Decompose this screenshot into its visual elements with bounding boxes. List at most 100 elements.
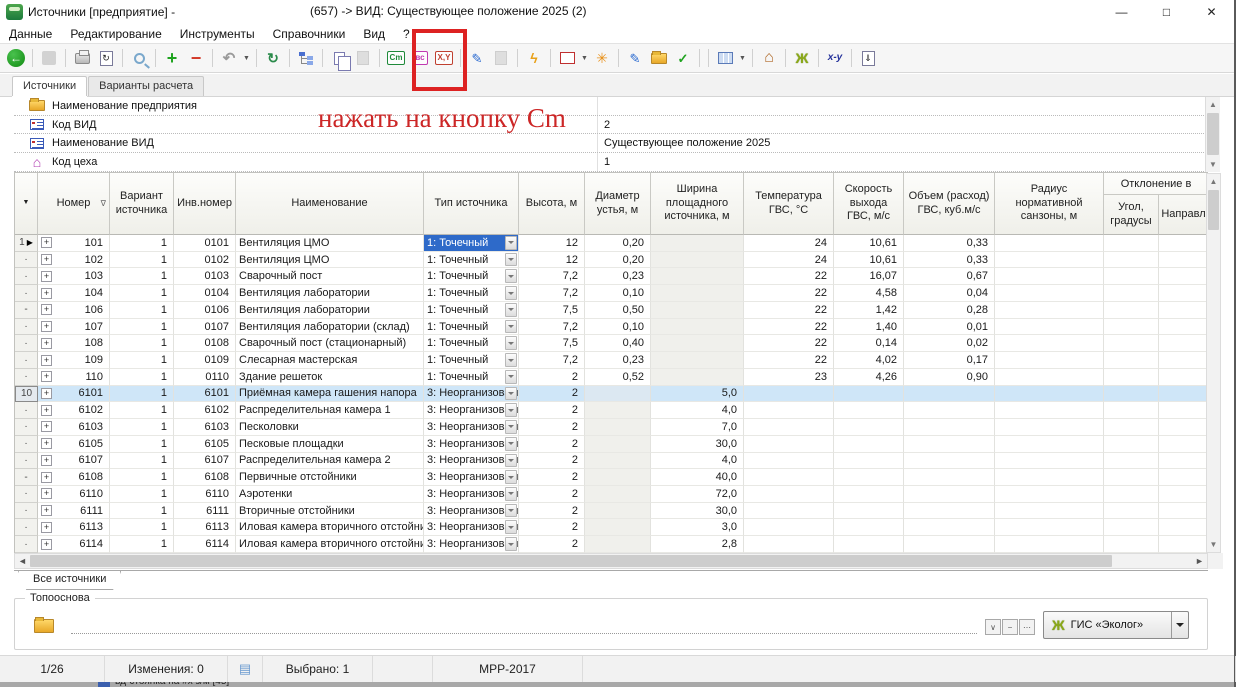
column-header-type[interactable]: Тип источника [424,173,519,235]
cell-type[interactable]: 1: Точечный [424,302,519,319]
cell-name[interactable]: Сварочный пост [236,268,424,285]
table-row[interactable]: ·+610316103Песколовки3: Неорганизованный… [15,419,1208,436]
cell-t[interactable]: 22 [744,319,834,336]
expand-icon[interactable]: + [41,505,52,516]
cell-rowhdr[interactable]: · [15,402,38,419]
table-row[interactable]: ·+611016110Аэротенки3: Неорганизованный2… [15,486,1208,503]
form-value-field[interactable]: Существующее положение 2025 [604,137,770,149]
cell-r[interactable] [995,419,1104,436]
cell-d[interactable]: 0,20 [585,235,651,252]
cell-s[interactable]: 1,42 [834,302,904,319]
cell-naprav[interactable] [1159,235,1209,252]
copy-button[interactable] [327,46,351,70]
combo-dropdown-icon[interactable] [505,537,517,551]
cell-r[interactable] [995,453,1104,470]
xy-coords-button[interactable]: x-y [823,46,847,70]
cell-d[interactable] [585,486,651,503]
folder-open-button[interactable] [647,46,671,70]
expand-icon[interactable]: + [41,371,52,382]
form-value-field[interactable]: 2 [604,119,610,131]
cell-name[interactable]: Песколовки [236,419,424,436]
cell-q[interactable]: 0,01 [904,319,995,336]
cell-naprav[interactable] [1159,536,1209,553]
print-button[interactable] [70,46,94,70]
cell-w[interactable] [651,319,744,336]
save-button[interactable] [37,46,61,70]
cell-type[interactable]: 1: Точечный [424,235,519,252]
cell-r[interactable] [995,469,1104,486]
cell-h[interactable]: 7,2 [519,319,585,336]
expand-icon[interactable]: + [41,539,52,550]
cell-type[interactable]: 3: Неорганизованный [424,519,519,536]
cell-inv[interactable]: 0103 [174,268,236,285]
cell-inv[interactable]: 0108 [174,335,236,352]
cell-r[interactable] [995,503,1104,520]
cell-name[interactable]: Вентиляция ЦМО [236,235,424,252]
cell-r[interactable] [995,319,1104,336]
cell-w[interactable]: 30,0 [651,503,744,520]
scroll-down-icon[interactable]: ▼ [1207,537,1220,552]
cell-h[interactable]: 2 [519,503,585,520]
expand-icon[interactable]: + [41,488,52,499]
menu-Инструменты[interactable]: Инструменты [171,24,264,43]
cell-type[interactable]: 3: Неорганизованный [424,536,519,553]
cell-variant[interactable]: 1 [110,503,174,520]
cell-w[interactable]: 30,0 [651,436,744,453]
cell-w[interactable] [651,335,744,352]
cell-inv[interactable]: 6111 [174,503,236,520]
form-value-field[interactable]: 1 [604,156,610,168]
cell-q[interactable]: 0,90 [904,369,995,386]
cell-naprav[interactable] [1159,402,1209,419]
cell-ugol[interactable] [1104,453,1159,470]
cell-num[interactable]: +6110 [38,486,110,503]
gis-dropdown-icon[interactable] [1171,612,1188,638]
cell-rowhdr[interactable]: · [15,352,38,369]
cell-naprav[interactable] [1159,302,1209,319]
cell-t[interactable] [744,519,834,536]
cell-type[interactable]: 3: Неорганизованный [424,503,519,520]
column-header-s[interactable]: Скорость выхода ГВС, м/с [834,173,904,235]
table-row[interactable]: -+10610106Вентиляция лаборатории1: Точеч… [15,302,1208,319]
cell-h[interactable]: 12 [519,235,585,252]
cell-name[interactable]: Песковые площадки [236,436,424,453]
cell-naprav[interactable] [1159,352,1209,369]
cell-s[interactable]: 16,07 [834,268,904,285]
paste-button[interactable] [351,46,375,70]
cell-num[interactable]: +6108 [38,469,110,486]
cell-d[interactable]: 0,10 [585,319,651,336]
cell-variant[interactable]: 1 [110,302,174,319]
cell-type[interactable]: 1: Точечный [424,369,519,386]
gis-ecolog-button[interactable]: Ж ГИС «Эколог» [1043,611,1189,639]
cell-naprav[interactable] [1159,252,1209,269]
cell-t[interactable]: 24 [744,252,834,269]
cell-num[interactable]: +107 [38,319,110,336]
cell-h[interactable]: 2 [519,486,585,503]
cell-t[interactable]: 22 [744,268,834,285]
stamp-button[interactable] [489,46,513,70]
cell-name[interactable]: Вентиляция ЦМО [236,252,424,269]
cell-q[interactable] [904,486,995,503]
cell-r[interactable] [995,335,1104,352]
combo-dropdown-icon[interactable] [505,336,517,350]
column-header-ugol[interactable]: Угол, градусы [1104,195,1159,235]
cell-naprav[interactable] [1159,369,1209,386]
cell-q[interactable]: 0,02 [904,335,995,352]
cell-rowhdr[interactable]: - [15,469,38,486]
cell-h[interactable]: 7,2 [519,268,585,285]
cell-h[interactable]: 2 [519,386,585,403]
cell-naprav[interactable] [1159,453,1209,470]
combo-dropdown-icon[interactable] [505,387,517,401]
minimize-button[interactable]: — [1099,0,1144,24]
cell-type[interactable]: 3: Неорганизованный [424,386,519,403]
cell-variant[interactable]: 1 [110,486,174,503]
cell-t[interactable]: 22 [744,352,834,369]
column-header-rowhdr[interactable]: ▼ [15,173,38,235]
cell-type[interactable]: 1: Точечный [424,252,519,269]
cell-num[interactable]: +6102 [38,402,110,419]
cell-h[interactable]: 2 [519,369,585,386]
filter-icon[interactable]: ∇ [101,199,106,209]
combo-dropdown-icon[interactable] [505,286,517,300]
cell-h[interactable]: 7,5 [519,335,585,352]
topo-dropdown-button[interactable]: ∨ [985,619,1001,635]
expand-icon[interactable]: + [41,522,52,533]
